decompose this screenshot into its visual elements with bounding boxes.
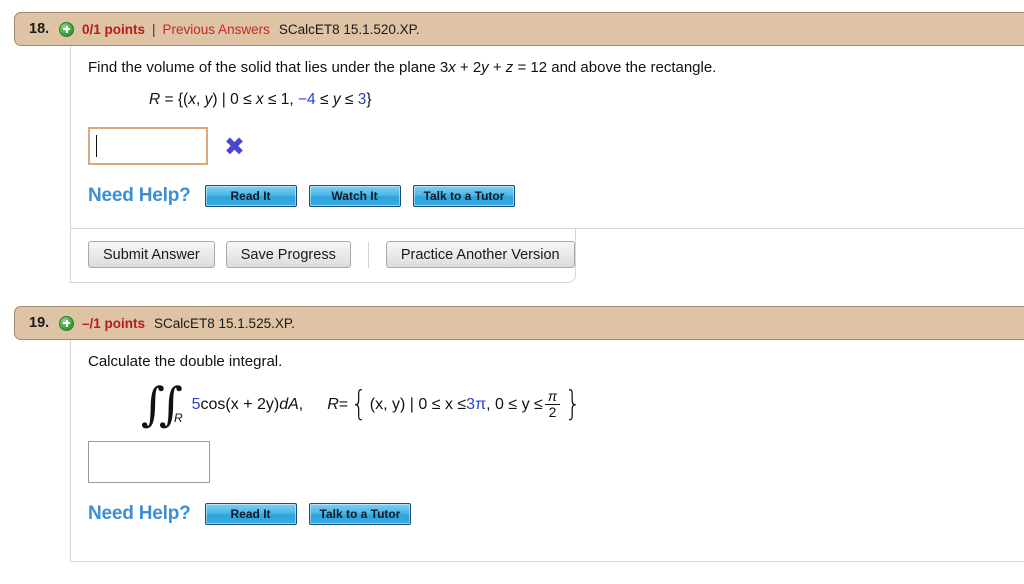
set-x: x: [188, 91, 196, 109]
problem-18-toolbar-wrap: Submit Answer Save Progress Practice Ano…: [71, 228, 1024, 284]
set-x2: x: [255, 91, 264, 109]
region-mid: , 0 ≤ y ≤: [486, 395, 543, 413]
problem-18-header: 18. 0/1 points | Previous Answers SCalcE…: [14, 12, 1024, 46]
question-var-x: x: [448, 59, 456, 76]
problem-18-toolbar: Submit Answer Save Progress Practice Ano…: [71, 229, 576, 284]
need-help-label-18: Need Help?: [88, 185, 191, 207]
read-it-button-19[interactable]: Read It: [204, 503, 297, 526]
problem-18-number: 18.: [29, 21, 50, 37]
integrand-coefficient: 5: [191, 395, 201, 413]
integral-comma: ,: [298, 395, 304, 413]
problem-18-code: SCalcET8 15.1.520.XP.: [278, 21, 420, 37]
question-part-2: + 2: [455, 59, 482, 76]
problem-19-help-row: Need Help? Read It Talk to a Tutor: [71, 483, 1024, 526]
problem-19-question: Calculate the double integral.: [88, 353, 283, 370]
problem-19-code: SCalcET8 15.1.525.XP.: [154, 315, 295, 331]
problem-18-help-row: Need Help? Read It Watch It Talk to a Tu…: [71, 165, 1024, 208]
region-R-label: R: [327, 395, 339, 413]
watch-it-button-18[interactable]: Watch It: [308, 185, 401, 208]
set-le3: ≤: [340, 91, 358, 109]
problem-19-points: –/1 points: [82, 315, 146, 331]
incorrect-x-icon: ✖: [224, 131, 245, 161]
set-R: R: [149, 91, 161, 109]
differential-dA: dA: [279, 395, 299, 413]
question-part-4: = 12 and above the rectangle.: [513, 59, 717, 76]
previous-answers-link[interactable]: Previous Answers: [163, 22, 270, 37]
answer-input-18[interactable]: [88, 127, 208, 166]
fraction-pi-over-2: π 2: [544, 388, 561, 421]
read-it-button-18[interactable]: Read It: [204, 185, 297, 208]
text-caret: [96, 135, 97, 158]
answer-input-19[interactable]: [88, 441, 210, 484]
problem-19-body: Calculate the double integral. ∫ ∫ R 5 c…: [70, 340, 1024, 562]
problem-19: 19. –/1 points SCalcET8 15.1.525.XP. Cal…: [0, 306, 1024, 562]
set-eq: = {(: [160, 91, 189, 109]
submit-answer-button[interactable]: Submit Answer: [88, 241, 215, 269]
problem-19-integral-expression: ∫ ∫ R 5 cos(x + 2y) dA , R = { (x, y) | …: [71, 372, 1024, 427]
practice-another-version-button[interactable]: Practice Another Version: [385, 241, 575, 269]
set-le1: ≤ 1,: [263, 91, 298, 109]
talk-to-a-tutor-button-18[interactable]: Talk to a Tutor: [412, 185, 516, 208]
double-integral-icon: ∫ ∫ R: [141, 381, 183, 427]
question-var-y: y: [481, 59, 489, 76]
problem-18-answer-row: ✖: [71, 109, 1024, 166]
problem-19-bottom-rule: [71, 561, 1024, 562]
problem-19-answer-row: [71, 423, 1024, 484]
fraction-numerator: π: [547, 388, 558, 405]
problem-18-points: 0/1 points: [82, 21, 146, 37]
plus-circle-icon[interactable]: [59, 315, 74, 331]
fraction-denominator: 2: [548, 404, 557, 421]
plus-circle-icon[interactable]: [59, 21, 74, 37]
header-separator: |: [152, 21, 156, 37]
set-lower-bound: −4: [298, 91, 316, 109]
need-help-label-19: Need Help?: [88, 503, 191, 525]
set-bar: ) | 0 ≤: [212, 91, 256, 109]
set-le2: ≤: [315, 91, 333, 109]
talk-to-a-tutor-button-19[interactable]: Talk to a Tutor: [308, 503, 412, 526]
question-part-3: +: [488, 59, 506, 76]
set-y2: y: [332, 91, 341, 109]
region-vars: (x, y) | 0 ≤ x ≤: [369, 395, 467, 413]
region-equals: =: [338, 395, 349, 413]
set-close: }: [366, 91, 372, 109]
save-progress-button[interactable]: Save Progress: [225, 241, 351, 269]
problem-18-question: Find the volume of the solid that lies u…: [71, 46, 1024, 78]
toolbar-divider: [367, 241, 369, 268]
problem-19-number: 19.: [29, 315, 50, 331]
integrand-body: cos(x + 2y): [200, 395, 280, 413]
problem-18-body: Find the volume of the solid that lies u…: [70, 46, 1024, 284]
problem-19-header: 19. –/1 points SCalcET8 15.1.525.XP.: [14, 306, 1024, 340]
problem-18-set-definition: R = {(x, y) | 0 ≤ x ≤ 1, −4 ≤ y ≤ 3}: [71, 78, 1024, 109]
brace-open: {: [350, 383, 368, 424]
problem-18: 18. 0/1 points | Previous Answers SCalcE…: [0, 12, 1024, 284]
set-comma: ,: [195, 91, 205, 109]
brace-close: }: [564, 383, 582, 424]
region-x-upper-bound: 3π: [466, 395, 487, 413]
assignment-page: 18. 0/1 points | Previous Answers SCalcE…: [0, 0, 1024, 584]
integral-subscript: R: [173, 411, 183, 426]
question-part-1: Find the volume of the solid that lies u…: [88, 59, 449, 76]
